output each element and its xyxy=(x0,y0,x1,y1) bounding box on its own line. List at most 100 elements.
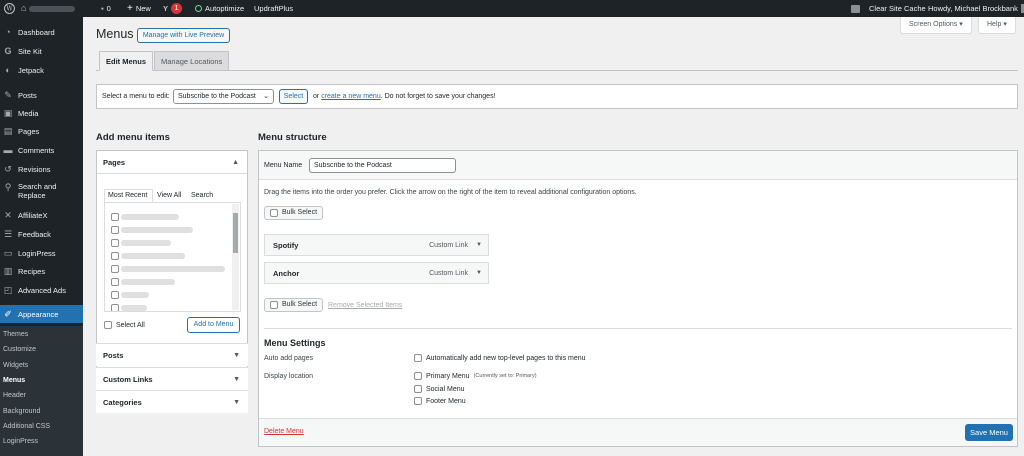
status-dot-icon xyxy=(195,5,202,12)
submenu-customize[interactable]: Customize xyxy=(3,346,36,353)
autoptimize-link[interactable]: Autoptimize xyxy=(195,0,244,17)
bulk-select-button[interactable]: Bulk Select xyxy=(264,206,324,220)
menu-name-input[interactable] xyxy=(309,158,456,173)
list-item[interactable] xyxy=(111,238,172,247)
pages-accordion-header[interactable]: Pages ▲ xyxy=(97,151,247,174)
add-menu-items-heading: Add menu items xyxy=(96,132,170,143)
sidebar-item-posts[interactable]: ✎ Posts xyxy=(0,90,83,100)
recipes-icon: ▥ xyxy=(3,266,13,276)
auto-add-checkbox[interactable]: Automatically add new top-level pages to… xyxy=(414,354,586,362)
notification-badge: 1 xyxy=(171,3,183,14)
posts-accordion-header[interactable]: Posts ▼ xyxy=(96,343,248,366)
location-social-checkbox[interactable]: Social Menu xyxy=(414,385,465,393)
auto-add-label: Auto add pages xyxy=(264,355,314,362)
screen-options-button[interactable]: Screen Options ▾ xyxy=(900,17,972,34)
search-replace-icon: ⚲ xyxy=(4,182,12,192)
sidebar-item-search-replace[interactable]: ⚲ Search and Replace xyxy=(0,182,83,200)
google-g-icon: G xyxy=(4,46,12,56)
sidebar-item-pages[interactable]: ▤ Pages xyxy=(0,126,83,136)
submenu-themes[interactable]: Themes xyxy=(3,331,28,338)
updraftplus-link[interactable]: UpdraftPlus xyxy=(254,0,293,17)
list-item[interactable] xyxy=(111,290,150,299)
wordpress-icon[interactable]: W xyxy=(4,0,15,17)
page-title: Menus xyxy=(96,27,134,41)
sidebar-item-dashboard[interactable]: ◔ Dashboard xyxy=(0,27,83,37)
list-item[interactable] xyxy=(111,225,194,234)
list-item[interactable] xyxy=(111,264,226,273)
save-menu-button[interactable]: Save Menu xyxy=(965,424,1013,441)
yoast-link[interactable]: Y 1 xyxy=(163,0,183,17)
sidebar-item-loginpress[interactable]: ▭ LoginPress xyxy=(0,248,83,258)
list-item[interactable] xyxy=(111,277,176,286)
comment-icon: ▬ xyxy=(3,145,13,155)
sidebar-item-appearance[interactable]: ✐ Appearance xyxy=(0,305,83,323)
sidebar-item-advanced-ads[interactable]: ◰ Advanced Ads xyxy=(0,285,83,295)
instructions-text: Drag the items into the order you prefer… xyxy=(264,189,637,196)
media-icon: ▣ xyxy=(3,108,13,118)
help-button[interactable]: Help ▾ xyxy=(978,17,1016,34)
create-menu-link[interactable]: create a new menu xyxy=(321,93,381,100)
remove-selected-link[interactable]: Remove Selected Items xyxy=(328,302,402,309)
appearance-submenu: Themes Customize Widgets Menus Header Ba… xyxy=(0,326,83,456)
affiliatex-icon: ✕ xyxy=(4,210,12,220)
subtab-view-all[interactable]: View All xyxy=(157,192,181,199)
dashboard-icon: ◔ xyxy=(5,27,11,37)
sidebar-item-site-kit[interactable]: G Site Kit xyxy=(0,46,83,56)
sidebar-item-affiliatex[interactable]: ✕ AffiliateX xyxy=(0,210,83,220)
sidebar-item-jetpack[interactable]: ◐ Jetpack xyxy=(0,65,83,75)
submenu-additional-css[interactable]: Additional CSS xyxy=(3,423,50,430)
submenu-header[interactable]: Header xyxy=(3,392,26,399)
location-footer-checkbox[interactable]: Footer Menu xyxy=(414,397,466,405)
new-content-link[interactable]: + New xyxy=(127,0,151,17)
expand-arrow-icon: ▼ xyxy=(233,352,240,359)
sidebar-item-recipes[interactable]: ▥ Recipes xyxy=(0,266,83,276)
brush-icon: ✐ xyxy=(4,309,12,319)
expand-arrow-icon: ▼ xyxy=(233,399,240,406)
select-all-checkbox[interactable]: Select All xyxy=(104,321,145,329)
menu-settings-heading: Menu Settings xyxy=(264,338,326,348)
scrollbar[interactable] xyxy=(232,204,239,310)
account-menu[interactable]: Howdy, Michael Brockbank xyxy=(928,0,1024,17)
categories-accordion-header[interactable]: Categories ▼ xyxy=(96,390,248,413)
tab-manage-locations[interactable]: Manage Locations xyxy=(154,51,230,71)
expand-arrow-icon[interactable]: ▼ xyxy=(476,263,482,284)
menu-item-spotify[interactable]: Spotify Custom Link ▼ xyxy=(264,234,489,256)
sidebar-item-media[interactable]: ▣ Media xyxy=(0,108,83,118)
location-primary-checkbox[interactable]: Primary Menu (Currently set to: Primary) xyxy=(414,372,537,380)
comment-icon: ▪ xyxy=(101,4,104,13)
pages-checklist[interactable] xyxy=(104,202,241,312)
submenu-menus[interactable]: Menus xyxy=(3,377,25,384)
delete-menu-link[interactable]: Delete Menu xyxy=(264,428,304,435)
site-name-redacted xyxy=(29,5,76,12)
display-location-label: Display location xyxy=(264,373,314,380)
submenu-widgets[interactable]: Widgets xyxy=(3,362,28,369)
list-item[interactable] xyxy=(111,251,186,260)
tab-edit-menus[interactable]: Edit Menus xyxy=(99,51,154,71)
expand-arrow-icon[interactable]: ▼ xyxy=(476,235,482,256)
collapse-arrow-icon: ▲ xyxy=(232,159,239,166)
list-item[interactable] xyxy=(111,303,148,311)
live-preview-button[interactable]: Manage with Live Preview xyxy=(137,28,230,43)
submenu-loginpress[interactable]: LoginPress xyxy=(3,438,38,445)
site-name-link[interactable]: ⌂ xyxy=(21,0,76,17)
menu-item-type: Custom Link xyxy=(429,270,468,277)
submenu-background[interactable]: Background xyxy=(3,408,40,415)
menu-footer xyxy=(259,418,1017,446)
sidebar-item-comments[interactable]: ▬ Comments xyxy=(0,145,83,155)
add-to-menu-button[interactable]: Add to Menu xyxy=(187,317,240,333)
comments-link[interactable]: ▪ 0 xyxy=(101,0,111,17)
menu-select[interactable]: Subscribe to the Podcast ⌄ xyxy=(173,89,274,104)
custom-links-accordion-header[interactable]: Custom Links ▼ xyxy=(96,367,248,390)
bulk-select-button-bottom[interactable]: Bulk Select xyxy=(264,298,324,312)
sidebar-item-feedback[interactable]: ☰ Feedback xyxy=(0,229,83,239)
select-menu-bar: Select a menu to edit: Subscribe to the … xyxy=(96,84,1018,109)
subtab-most-recent[interactable]: Most Recent xyxy=(104,189,153,202)
scrollbar-thumb[interactable] xyxy=(233,213,238,253)
subtab-search[interactable]: Search xyxy=(191,192,213,199)
select-button[interactable]: Select xyxy=(279,89,308,104)
list-item[interactable] xyxy=(111,212,180,221)
clear-cache-link[interactable]: Clear Site Cache xyxy=(851,0,926,17)
menu-item-anchor[interactable]: Anchor Custom Link ▼ xyxy=(264,262,489,284)
page-icon: ▤ xyxy=(3,126,13,136)
sidebar-item-revisions[interactable]: ↺ Revisions xyxy=(0,164,83,174)
